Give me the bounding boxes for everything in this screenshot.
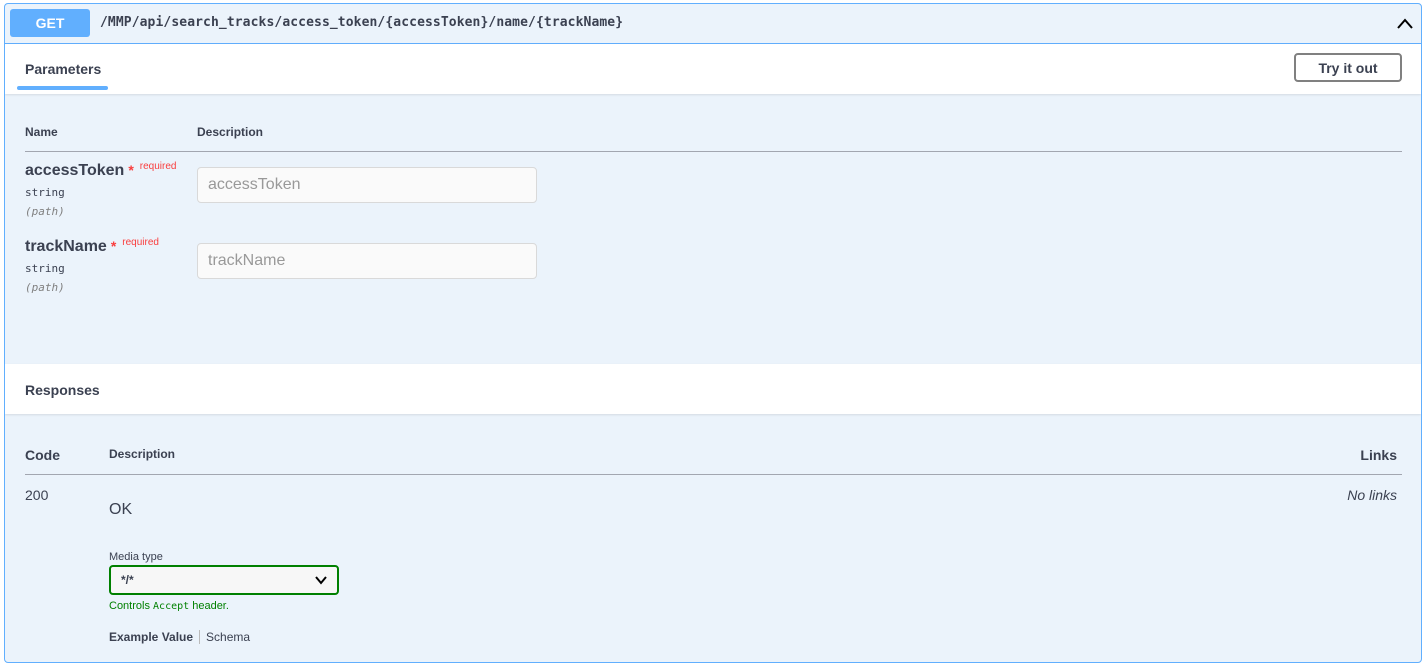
media-type-value: */* xyxy=(121,573,134,587)
responses-col-description: Description xyxy=(109,447,176,461)
controls-suffix: header. xyxy=(192,600,229,612)
param-name-text: accessToken xyxy=(25,162,125,179)
parameters-header: Parameters Try it out xyxy=(5,44,1421,94)
params-divider xyxy=(25,151,1402,152)
responses-divider xyxy=(25,474,1402,475)
params-col-description: Description xyxy=(197,125,264,139)
param-name: trackName * required xyxy=(25,237,159,256)
tab-example-value[interactable]: Example Value xyxy=(109,630,193,644)
chevron-up-icon[interactable] xyxy=(1395,14,1415,34)
media-type-select[interactable]: */* xyxy=(109,565,339,595)
tab-active-indicator xyxy=(17,86,108,90)
responses-col-links: Links xyxy=(1360,447,1397,463)
http-method-badge: GET xyxy=(10,9,90,37)
param-type: string xyxy=(25,186,65,199)
track-name-input[interactable]: trackName xyxy=(197,243,537,279)
access-token-input[interactable]: accessToken xyxy=(197,167,537,203)
tab-separator xyxy=(199,630,201,644)
controls-accept-note: Controls Accept header. xyxy=(109,600,229,612)
responses-col-code: Code xyxy=(25,447,60,463)
tab-parameters[interactable]: Parameters xyxy=(25,61,101,77)
params-col-name: Name xyxy=(25,125,58,139)
controls-code: Accept xyxy=(153,601,190,612)
tab-schema[interactable]: Schema xyxy=(206,630,250,644)
required-label: required xyxy=(122,237,159,248)
controls-prefix: Controls xyxy=(109,600,150,612)
required-star: * xyxy=(128,162,134,178)
required-label: required xyxy=(139,161,177,172)
param-name: accessToken * required xyxy=(25,161,177,180)
param-location: (path) xyxy=(25,205,65,218)
try-it-out-button[interactable]: Try it out xyxy=(1294,53,1402,82)
get-operation-block: GET /MMP/api/search_tracks/access_token/… xyxy=(4,3,1422,663)
param-location: (path) xyxy=(25,281,65,294)
response-description: OK xyxy=(109,501,133,518)
operation-summary[interactable]: GET /MMP/api/search_tracks/access_token/… xyxy=(5,4,1421,44)
endpoint-path: /MMP/api/search_tracks/access_token/{acc… xyxy=(100,15,624,30)
param-name-text: trackName xyxy=(25,238,107,255)
responses-header: Responses xyxy=(5,364,1421,414)
media-type-label: Media type xyxy=(109,551,163,563)
responses-title: Responses xyxy=(25,382,100,398)
chevron-down-icon xyxy=(315,576,327,585)
response-code: 200 xyxy=(25,487,49,503)
example-tabs: Example Value Schema xyxy=(109,630,250,644)
required-star: * xyxy=(110,238,117,254)
response-links: No links xyxy=(1347,487,1397,503)
param-type: string xyxy=(25,262,65,275)
